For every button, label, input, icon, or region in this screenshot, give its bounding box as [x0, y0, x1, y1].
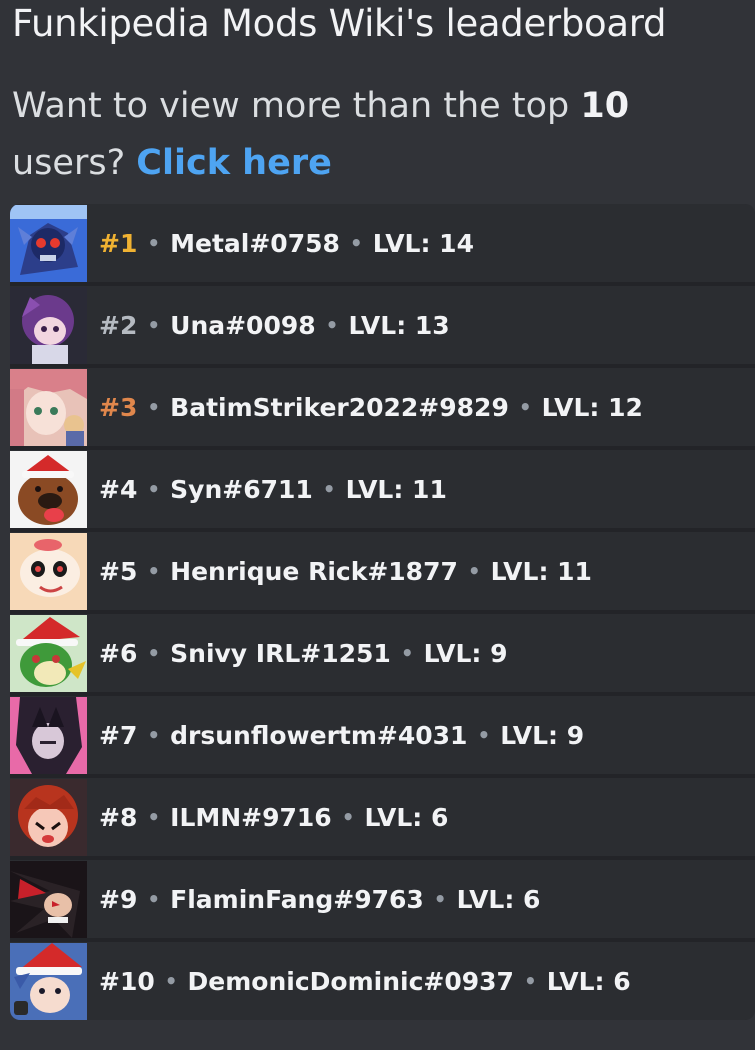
rank-label: #6: [99, 638, 138, 668]
cuphead-avatar-icon: [10, 532, 87, 610]
leaderboard-row[interactable]: #5 • Henrique Rick#1877 • LVL: 11: [10, 532, 755, 610]
rank-label: #9: [99, 884, 138, 914]
leaderboard-entry: #9 • FlaminFang#9763 • LVL: 6: [99, 885, 540, 914]
level-label: LVL: 9: [500, 720, 585, 750]
level-label: LVL: 9: [423, 638, 508, 668]
click-here-link[interactable]: Click here: [136, 143, 332, 183]
level-label: LVL: 11: [490, 556, 592, 586]
rank-label: #10: [99, 966, 155, 996]
leaderboard-entry: #5 • Henrique Rick#1877 • LVL: 11: [99, 557, 592, 586]
subtitle-prefix: Want to view more than the top: [12, 86, 570, 126]
subtitle-mid: users?: [12, 143, 126, 183]
top-count: 10: [580, 86, 630, 126]
rank-label: #8: [99, 802, 138, 832]
separator-dot: •: [147, 887, 161, 911]
separator-dot: •: [523, 969, 537, 993]
subtitle: Want to view more than the top 10 users?…: [12, 78, 732, 192]
leaderboard-entry: #4 • Syn#6711 • LVL: 11: [99, 475, 447, 504]
leaderboard-row[interactable]: #8 • ILMN#9716 • LVL: 6: [10, 778, 755, 856]
separator-dot: •: [147, 805, 161, 829]
username: drsunflowertm#4031: [170, 720, 468, 750]
separator-dot: •: [400, 641, 414, 665]
leaderboard-row[interactable]: #2 • Una#0098 • LVL: 13: [10, 286, 755, 364]
username: Una#0098: [170, 310, 316, 340]
username: Snivy IRL#1251: [170, 638, 391, 668]
separator-dot: •: [147, 641, 161, 665]
separator-dot: •: [147, 559, 161, 583]
username: DemonicDominic#0937: [187, 966, 514, 996]
leaderboard-row[interactable]: #1 • Metal#0758 • LVL: 14: [10, 204, 755, 282]
separator-dot: •: [164, 969, 178, 993]
leaderboard-list: #1 • Metal#0758 • LVL: 14 #2 • Una#0098 …: [10, 204, 755, 1020]
leaderboard-page: Funkipedia Mods Wiki's leaderboard Want …: [0, 0, 755, 1050]
username: ILMN#9716: [170, 802, 332, 832]
separator-dot: •: [147, 477, 161, 501]
shadow-hedgehog-avatar-icon: [10, 860, 87, 938]
separator-dot: •: [325, 313, 339, 337]
level-label: LVL: 13: [348, 310, 450, 340]
level-label: LVL: 12: [541, 392, 643, 422]
rank-label: #7: [99, 720, 138, 750]
leaderboard-row[interactable]: #4 • Syn#6711 • LVL: 11: [10, 450, 755, 528]
leaderboard-row[interactable]: #7 • drsunflowertm#4031 • LVL: 9: [10, 696, 755, 774]
rank-label: #1: [99, 228, 138, 258]
dark-hair-pink-avatar-icon: [10, 696, 87, 774]
leaderboard-entry: #6 • Snivy IRL#1251 • LVL: 9: [99, 639, 508, 668]
leaderboard-row[interactable]: #10 • DemonicDominic#0937 • LVL: 6: [10, 942, 755, 1020]
separator-dot: •: [147, 723, 161, 747]
separator-dot: •: [341, 805, 355, 829]
separator-dot: •: [477, 723, 491, 747]
username: Henrique Rick#1877: [170, 556, 458, 586]
leaderboard-row[interactable]: #3 • BatimStriker2022#9829 • LVL: 12: [10, 368, 755, 446]
purple-hair-girl-avatar-icon: [10, 286, 87, 364]
pink-hair-girl-avatar-icon: [10, 368, 87, 446]
separator-dot: •: [467, 559, 481, 583]
username: Metal#0758: [170, 228, 340, 258]
leaderboard-row[interactable]: #9 • FlaminFang#9763 • LVL: 6: [10, 860, 755, 938]
separator-dot: •: [147, 395, 161, 419]
level-label: LVL: 11: [345, 474, 447, 504]
red-hair-girl-avatar-icon: [10, 778, 87, 856]
rank-label: #3: [99, 392, 138, 422]
leaderboard-entry: #2 • Una#0098 • LVL: 13: [99, 311, 450, 340]
brown-dog-santa-hat-avatar-icon: [10, 450, 87, 528]
separator-dot: •: [518, 395, 532, 419]
leaderboard-entry: #10 • DemonicDominic#0937 • LVL: 6: [99, 967, 631, 996]
leaderboard-row[interactable]: #6 • Snivy IRL#1251 • LVL: 9: [10, 614, 755, 692]
page-title: Funkipedia Mods Wiki's leaderboard: [12, 2, 667, 45]
separator-dot: •: [349, 231, 363, 255]
boyfriend-santa-hat-avatar-icon: [10, 942, 87, 1020]
rank-label: #5: [99, 556, 138, 586]
rank-label: #4: [99, 474, 138, 504]
level-label: LVL: 14: [372, 228, 474, 258]
rank-label: #2: [99, 310, 138, 340]
leaderboard-entry: #1 • Metal#0758 • LVL: 14: [99, 229, 474, 258]
separator-dot: •: [147, 231, 161, 255]
level-label: LVL: 6: [546, 966, 631, 996]
snivy-santa-hat-avatar-icon: [10, 614, 87, 692]
leaderboard-entry: #3 • BatimStriker2022#9829 • LVL: 12: [99, 393, 643, 422]
bottom-strip: [0, 1022, 755, 1050]
separator-dot: •: [147, 313, 161, 337]
leaderboard-entry: #8 • ILMN#9716 • LVL: 6: [99, 803, 448, 832]
level-label: LVL: 6: [456, 884, 541, 914]
level-label: LVL: 6: [364, 802, 449, 832]
separator-dot: •: [322, 477, 336, 501]
username: BatimStriker2022#9829: [170, 392, 509, 422]
metal-sonic-avatar-icon: [10, 204, 87, 282]
separator-dot: •: [433, 887, 447, 911]
username: FlaminFang#9763: [170, 884, 424, 914]
leaderboard-entry: #7 • drsunflowertm#4031 • LVL: 9: [99, 721, 584, 750]
username: Syn#6711: [170, 474, 313, 504]
